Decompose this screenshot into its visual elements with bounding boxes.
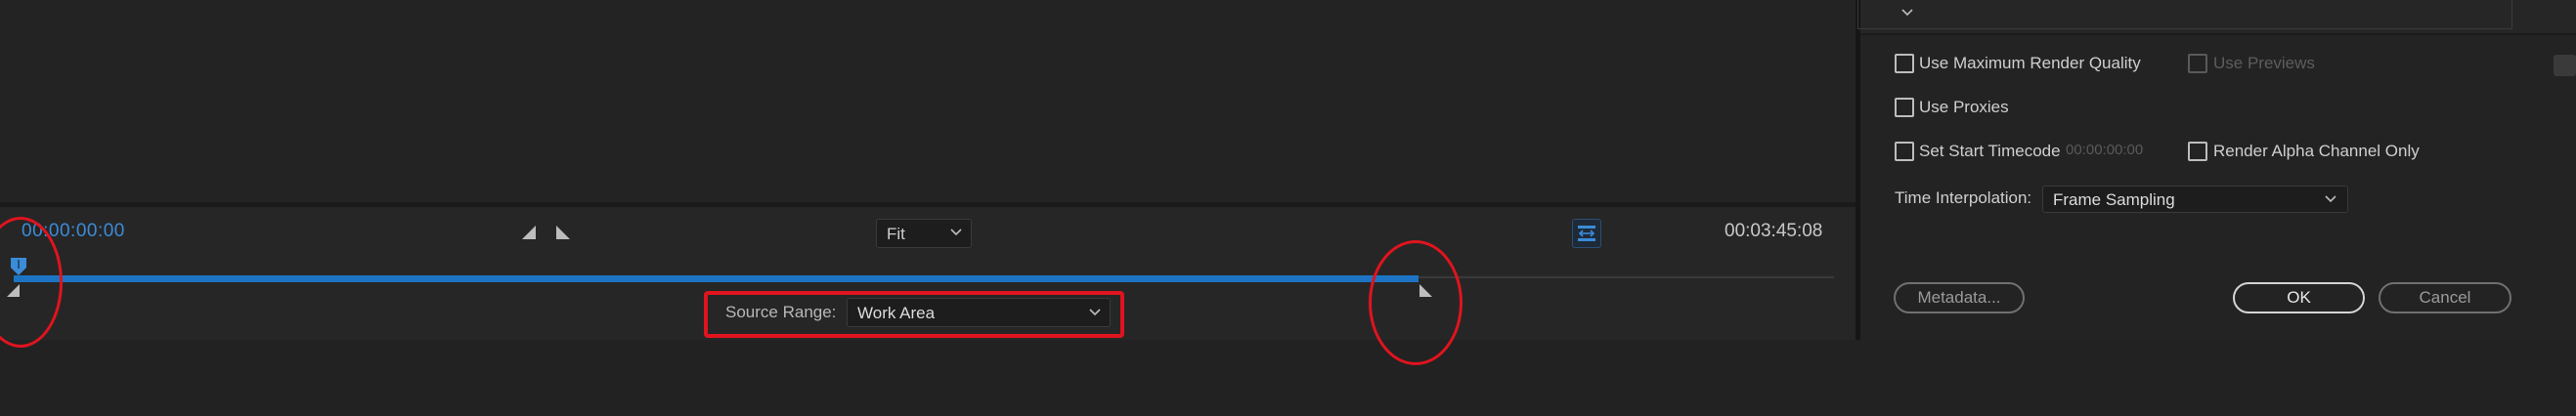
- scrollbar-thumb[interactable]: [2554, 55, 2576, 76]
- start-timecode-field: 00:00:00:00: [2066, 142, 2144, 158]
- zoom-select-value: Fit: [887, 225, 905, 243]
- mark-out-button[interactable]: [553, 223, 573, 242]
- chevron-down-icon: [950, 229, 962, 236]
- ok-button[interactable]: OK: [2233, 282, 2365, 313]
- fit-to-range-button[interactable]: [1572, 219, 1601, 248]
- use-previews-checkbox: [2188, 54, 2207, 73]
- mark-out-icon: [556, 226, 570, 239]
- collapsed-section: [1857, 0, 2512, 29]
- annotation-box: [704, 291, 1124, 338]
- metadata-button[interactable]: Metadata...: [1894, 282, 2025, 313]
- fit-range-icon: [1578, 226, 1595, 241]
- max-render-quality-checkbox[interactable]: [1895, 54, 1914, 73]
- zoom-select[interactable]: Fit: [876, 219, 972, 248]
- preview-area: [0, 0, 1856, 202]
- use-previews-label: Use Previews: [2213, 54, 2315, 72]
- use-proxies-label[interactable]: Use Proxies: [1919, 98, 2009, 117]
- time-interpolation-label: Time Interpolation:: [1895, 188, 2032, 207]
- chevron-down-icon: [2325, 195, 2336, 203]
- mark-in-icon: [522, 226, 536, 239]
- max-render-quality-label[interactable]: Use Maximum Render Quality: [1919, 54, 2141, 73]
- set-start-timecode-checkbox[interactable]: [1895, 142, 1914, 161]
- work-area-range-bar[interactable]: [14, 275, 1419, 282]
- render-alpha-checkbox[interactable]: [2188, 142, 2207, 161]
- annotation-circle-out: [1369, 240, 1463, 365]
- timecode-out: 00:03:45:08: [1725, 221, 1823, 241]
- section-divider: [1860, 33, 2576, 35]
- cancel-button[interactable]: Cancel: [2379, 282, 2511, 313]
- mark-in-button[interactable]: [520, 223, 540, 242]
- set-start-timecode-label[interactable]: Set Start Timecode: [1919, 142, 2061, 161]
- empty-area: [0, 340, 1856, 416]
- render-alpha-label[interactable]: Render Alpha Channel Only: [2213, 142, 2420, 161]
- chevron-down-icon[interactable]: [1900, 6, 1914, 20]
- use-proxies-checkbox[interactable]: [1895, 98, 1914, 117]
- time-interpolation-value: Frame Sampling: [2053, 190, 2175, 209]
- time-interpolation-select[interactable]: Frame Sampling: [2042, 186, 2348, 213]
